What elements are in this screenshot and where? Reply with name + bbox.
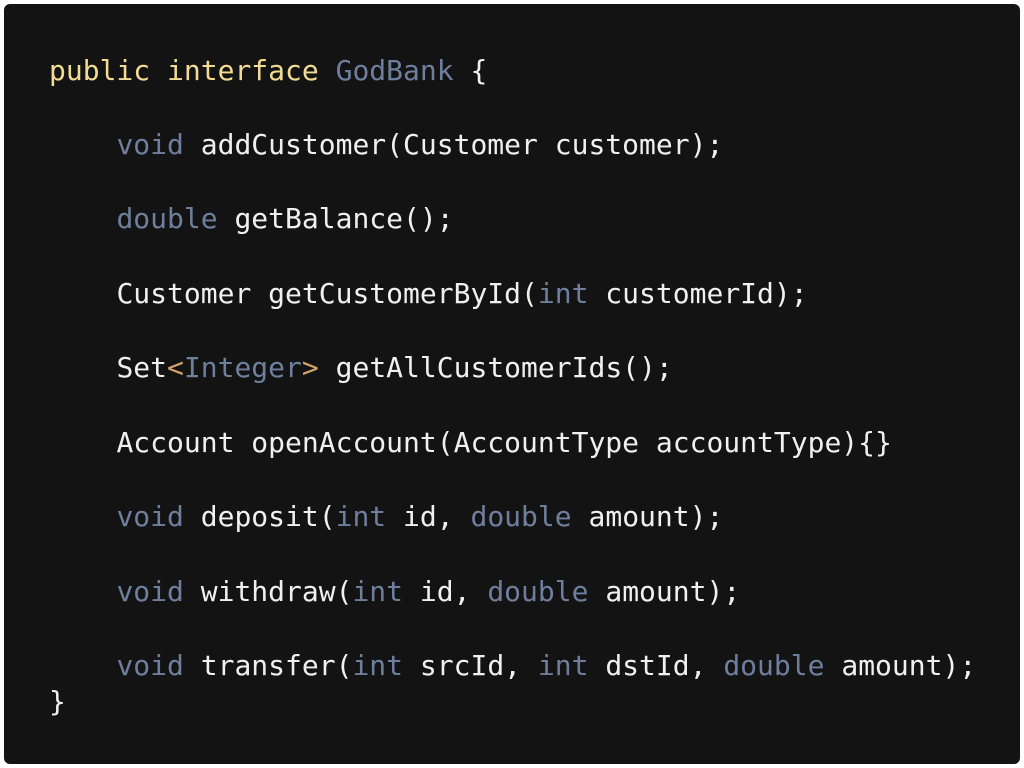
code-token-ident: Set (116, 351, 168, 384)
code-token-type: double (487, 575, 589, 608)
code-token-type: void (116, 128, 184, 161)
code-token-type: GodBank (335, 54, 454, 87)
code-token-ident: addCustomer(Customer customer); (183, 128, 724, 161)
code-token-type: void (116, 649, 184, 682)
code-token-kw: interface (167, 54, 319, 87)
code-token-ident: getBalance(); (217, 202, 454, 235)
code-token-type: int (352, 649, 404, 682)
code-token-type: void (116, 500, 184, 533)
code-token-kw: public (49, 54, 151, 87)
code-token-type: double (470, 500, 572, 533)
code-token-type: int (537, 277, 589, 310)
code-token-ident: amount); (824, 649, 977, 682)
code-token-ident: amount); (571, 500, 724, 533)
code-token-ident: getAllCustomerIds(); (318, 351, 673, 384)
code-block: public interface GodBank { void addCusto… (4, 4, 1020, 764)
code-token-punct: { (453, 54, 488, 87)
code-token-type: int (335, 500, 387, 533)
code-line: void withdraw(int id, double amount); (49, 575, 740, 609)
code-token-ident: deposit( (183, 500, 336, 533)
code-token-type: double (116, 202, 218, 235)
code-token-ident: id, (403, 575, 488, 608)
code-token-ident: srcId, (403, 649, 538, 682)
code-line: void addCustomer(Customer customer); (49, 128, 723, 162)
code-token-type: int (352, 575, 404, 608)
code-token-type: int (537, 649, 589, 682)
code-line: Set<Integer> getAllCustomerIds(); (49, 351, 673, 385)
code-token-ident: Account openAccount(AccountType accountT… (116, 426, 892, 459)
code-token-type: Integer (183, 351, 302, 384)
code-token-ident: id, (386, 500, 471, 533)
code-line: Customer getCustomerById(int customerId)… (49, 277, 808, 311)
code-window: public interface GodBank { void addCusto… (4, 4, 1020, 764)
code-line: public interface GodBank { (49, 54, 487, 88)
code-token-ident: dstId, (588, 649, 724, 682)
code-token-punct: } (49, 685, 66, 718)
code-line: } (49, 685, 66, 719)
code-token-ident: Customer getCustomerById( (116, 277, 538, 310)
code-line: void deposit(int id, double amount); (49, 500, 723, 534)
code-token-ident: amount); (588, 575, 741, 608)
code-line: double getBalance(); (49, 202, 454, 236)
code-token-op: < (167, 351, 184, 384)
code-token-type: double (723, 649, 825, 682)
code-token-ident: transfer( (183, 649, 353, 682)
code-token-ident: customerId); (588, 277, 808, 310)
code-line: void transfer(int srcId, int dstId, doub… (49, 649, 976, 683)
code-line: Account openAccount(AccountType accountT… (49, 426, 892, 460)
code-token-ident: withdraw( (183, 575, 353, 608)
code-token-type: void (116, 575, 184, 608)
code-token-op: > (301, 351, 319, 384)
